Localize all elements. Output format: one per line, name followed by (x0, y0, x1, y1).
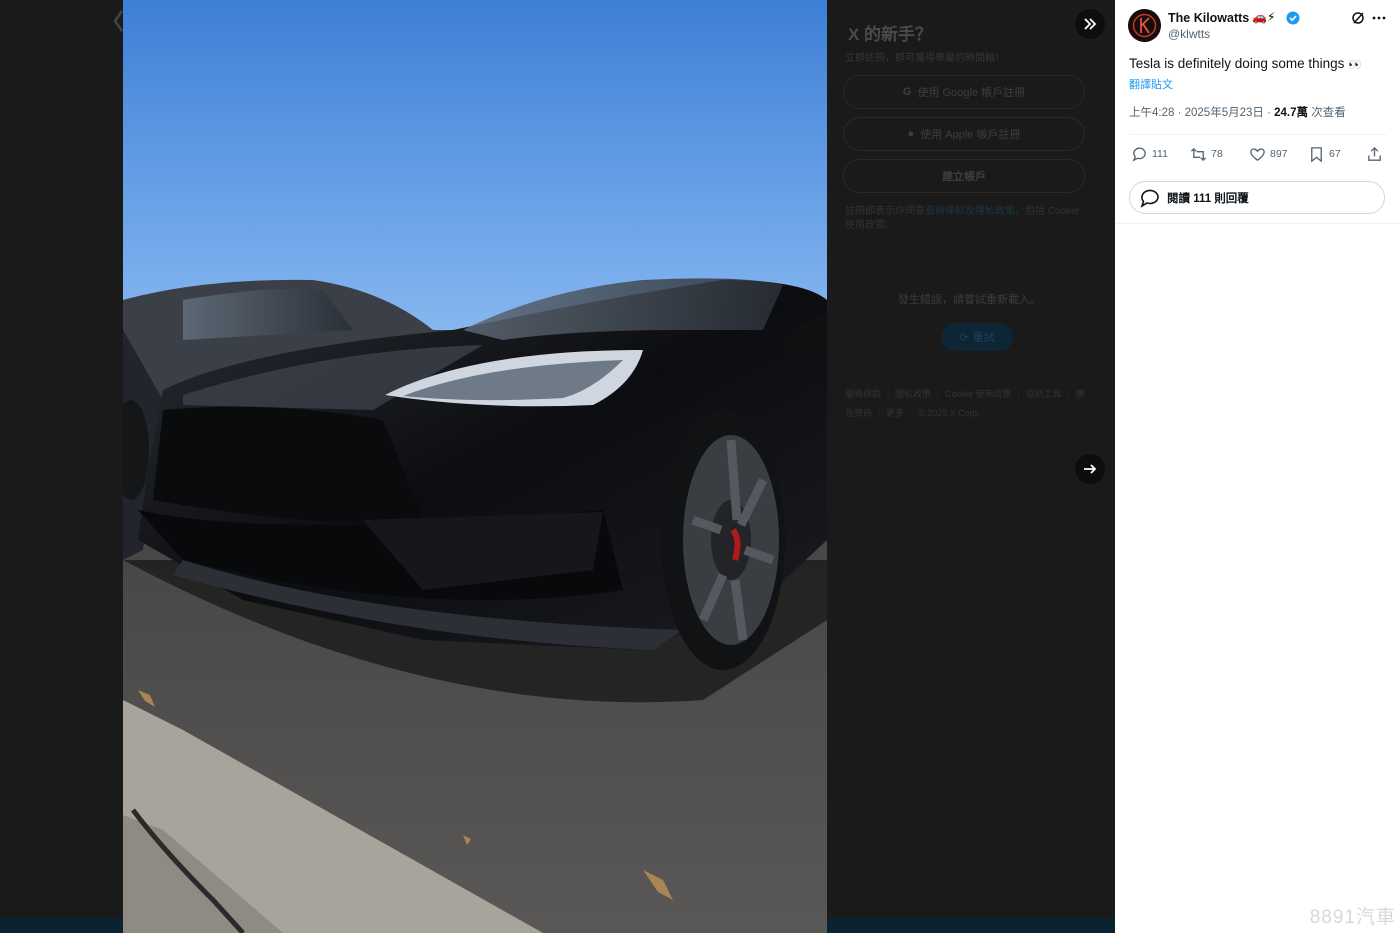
tweet-meta: 上午4:28 · 2025年5月23日 · 24.7萬 次查看 (1129, 107, 1346, 119)
retweet-button[interactable]: 78 (1190, 145, 1223, 163)
name-emoji: 🚗⚡ (1252, 10, 1276, 24)
like-count: 897 (1270, 148, 1288, 160)
collapse-icon (1084, 18, 1097, 30)
bookmark-button[interactable]: 67 (1308, 145, 1341, 163)
more-icon[interactable] (1371, 10, 1387, 26)
avatar[interactable] (1128, 9, 1161, 42)
tweet-text: Tesla is definitely doing some things 👀 (1129, 56, 1362, 71)
speech-bubble-icon (1140, 189, 1159, 208)
google-signup-button[interactable]: G 使用 Google 帳戶註冊 (843, 75, 1085, 109)
retry-button[interactable]: ⟳ 重試 (941, 323, 1013, 351)
share-icon (1368, 146, 1381, 161)
tweet-detail-panel: The Kilowatts 🚗⚡ @klwtts Tesla is defini… (1115, 0, 1400, 933)
footer-links: 服務條款 ｜ 隱私政策 ｜ Cookie 使用政策 ｜ 協助工具 ｜ 廣告資訊 … (845, 389, 1085, 418)
grok-icon[interactable] (1351, 11, 1365, 25)
translate-link[interactable]: 翻譯貼文 (1129, 76, 1173, 92)
google-icon: G (902, 86, 912, 98)
user-handle[interactable]: @klwtts (1168, 27, 1210, 41)
apple-icon: ● (907, 128, 915, 140)
apple-signup-button[interactable]: ● 使用 Apple 帳戶註冊 (843, 117, 1085, 151)
bookmark-count: 67 (1329, 148, 1341, 160)
reply-count: 111 (1152, 148, 1168, 160)
car-photo-illustration (123, 0, 827, 933)
tweet-date[interactable]: 2025年5月23日 (1185, 107, 1264, 119)
verified-icon (1286, 11, 1300, 25)
like-button[interactable]: 897 (1249, 145, 1288, 163)
legal-notice: 註冊即表示你同意服務條款及隱私政策，包括 Cookie 使用政策。 (845, 206, 1079, 231)
collapse-panel-button[interactable] (1075, 9, 1105, 39)
share-button[interactable] (1366, 145, 1383, 163)
watermark: 8891汽車 (1309, 907, 1396, 928)
reply-icon (1132, 147, 1146, 162)
refresh-icon: ⟳ (959, 331, 969, 344)
signup-subtitle: 立即註冊，即可獲得專屬的時間軸！ (845, 53, 1005, 64)
divider (1115, 223, 1400, 224)
display-name[interactable]: The Kilowatts (1168, 11, 1249, 25)
view-count: 24.7萬 (1274, 107, 1309, 119)
next-arrow-icon (1084, 464, 1097, 474)
divider (1129, 134, 1387, 135)
reply-button[interactable]: 111 (1131, 145, 1168, 163)
signup-panel: X 的新手？ 立即註冊，即可獲得專屬的時間軸！ G 使用 Google 帳戶註冊… (843, 0, 1093, 430)
read-replies-button[interactable]: 閱讀 111 則回覆 (1129, 181, 1385, 214)
next-image-button[interactable] (1075, 454, 1105, 484)
create-account-button[interactable]: 建立帳戶 (843, 159, 1085, 193)
bookmark-icon (1311, 146, 1322, 162)
signup-title: X 的新手？ (848, 25, 933, 44)
error-message: 發生錯誤，請嘗試重新載入。 (898, 294, 1041, 306)
retweet-count: 78 (1211, 148, 1223, 160)
tweet-photo (123, 0, 827, 933)
like-icon (1250, 147, 1265, 161)
tweet-time[interactable]: 上午4:28 (1129, 107, 1174, 119)
retweet-icon (1190, 147, 1207, 161)
eyes-emoji: 👀 (1348, 59, 1362, 71)
terms-link[interactable]: 服務條款及隱私政策 (925, 206, 1015, 217)
